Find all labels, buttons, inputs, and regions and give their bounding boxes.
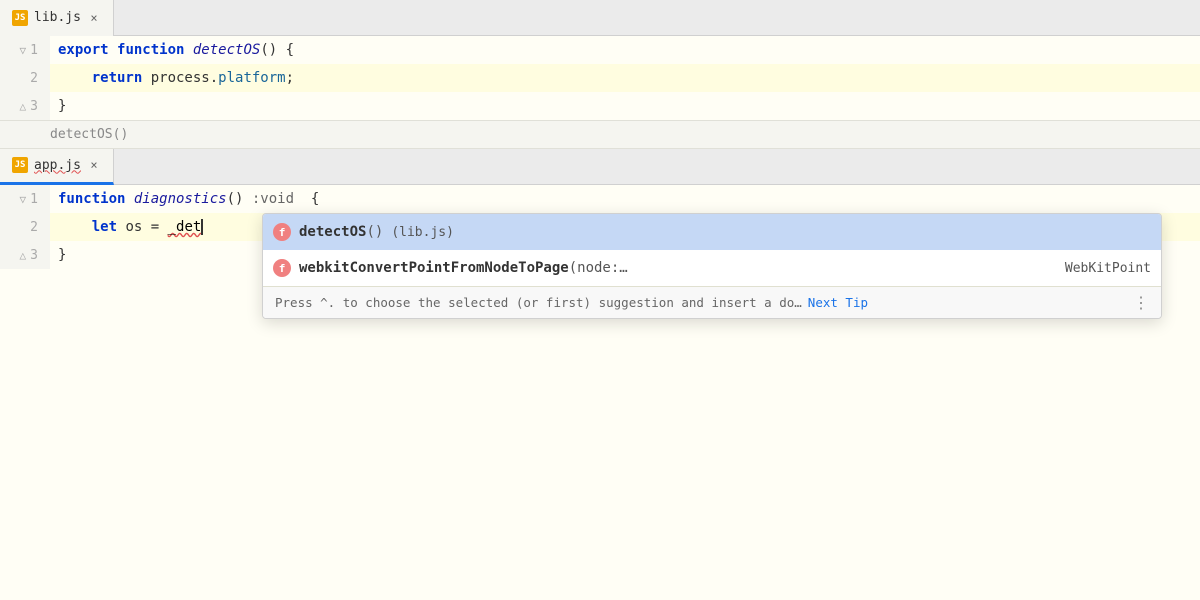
lib-line-2: 2 return process.platform; <box>0 64 1200 92</box>
next-tip-link[interactable]: Next Tip <box>808 295 868 310</box>
app-line-number-1: ▽ 1 <box>0 185 50 213</box>
app-js-close[interactable]: × <box>87 158 101 172</box>
fn-parens: () { <box>260 42 294 58</box>
lib-line-3: △ 3 } <box>0 92 1200 120</box>
type-void: :void <box>252 191 294 207</box>
ac-webkit-params: (node:… <box>569 260 628 276</box>
os-var: os = <box>125 219 167 235</box>
ac-webkit-bold: webkitConvertPointFromNodeToPage <box>299 260 569 276</box>
fold-marker-1[interactable]: ▽ <box>20 44 27 57</box>
ac-icon-f-1: f <box>273 223 291 241</box>
autocomplete-footer: Press ^. to choose the selected (or firs… <box>263 286 1161 318</box>
ac-icon-f-2: f <box>273 259 291 277</box>
fn-diagnostics: diagnostics <box>134 191 227 207</box>
keyword-return: return <box>58 70 151 86</box>
hint-bar: detectOS() <box>0 120 1200 148</box>
closing-brace-app: } <box>58 247 66 263</box>
fold-marker-3[interactable]: △ <box>20 100 27 113</box>
ac-name-ectOS: ectOS <box>324 224 366 240</box>
lib-line-1: ▽ 1 export function detectOS() { <box>0 36 1200 64</box>
lib-code-area: ▽ 1 export function detectOS() { 2 retur… <box>0 36 1200 120</box>
platform-prop: platform <box>218 70 285 86</box>
keyword-export: export <box>58 42 117 58</box>
keyword-function: function <box>117 42 193 58</box>
app-keyword-function: function <box>58 191 134 207</box>
footer-text: Press ^. to choose the selected (or firs… <box>275 295 802 310</box>
lib-js-close[interactable]: × <box>87 11 101 25</box>
closing-brace-1: } <box>58 98 66 114</box>
fold-marker-app-3[interactable]: △ <box>20 249 27 262</box>
ac-name-detect-os: detectOS() <box>299 224 383 240</box>
editor-container: JS lib.js × ▽ 1 export function detectOS… <box>0 0 1200 600</box>
tab-lib-js[interactable]: JS lib.js × <box>0 0 114 36</box>
lib-tab-bar: JS lib.js × <box>0 0 1200 36</box>
autocomplete-item-detect-os[interactable]: f detectOS() (lib.js) <box>263 214 1161 250</box>
lib-line-number-1: ▽ 1 <box>0 36 50 64</box>
app-parens: () <box>227 191 252 207</box>
app-code-area: ▽ 1 function diagnostics() :void { 2 let… <box>0 185 1200 269</box>
app-line-number-3: △ 3 <box>0 241 50 269</box>
process-obj: process. <box>151 70 218 86</box>
ac-type-webkit: WebKitPoint <box>1065 261 1151 276</box>
more-options-icon[interactable]: ⋮ <box>1133 293 1149 312</box>
tab-app-js[interactable]: JS app.js × <box>0 149 114 185</box>
ac-source-lib: (lib.js) <box>391 225 454 240</box>
lib-js-icon: JS <box>12 10 28 26</box>
text-cursor <box>201 219 203 235</box>
ac-parens-1: () <box>366 224 383 240</box>
lib-js-label: lib.js <box>34 10 81 25</box>
lib-line-number-2: 2 <box>0 64 50 92</box>
ac-name-webkit: webkitConvertPointFromNodeToPage(node:… <box>299 260 628 276</box>
app-tab-bar: JS app.js × <box>0 149 1200 185</box>
ac-name-bold-detect: det <box>299 224 324 240</box>
fn-detect-os: detectOS <box>193 42 260 58</box>
hint-text: detectOS() <box>50 127 128 142</box>
app-line-number-2: 2 <box>0 213 50 241</box>
lib-line-number-3: △ 3 <box>0 92 50 120</box>
app-line-1-content: function diagnostics() :void { <box>50 191 1200 207</box>
lib-line-1-content: export function detectOS() { <box>50 42 1200 58</box>
partial-input: _det <box>168 219 202 235</box>
app-js-icon: JS <box>12 157 28 173</box>
app-line-1: ▽ 1 function diagnostics() :void { <box>0 185 1200 213</box>
lib-editor-section: ▽ 1 export function detectOS() { 2 retur… <box>0 36 1200 149</box>
autocomplete-dropdown: f detectOS() (lib.js) f webkitConvertPoi… <box>262 213 1162 319</box>
app-open-brace: { <box>294 191 319 207</box>
lib-line-2-content: return process.platform; <box>50 70 1200 86</box>
autocomplete-item-webkit[interactable]: f webkitConvertPointFromNodeToPage(node:… <box>263 250 1161 286</box>
app-line-2-wrapper: 2 let os = _det f detectOS() (lib.js) <box>0 213 1200 241</box>
semicolon-1: ; <box>286 70 294 86</box>
fold-marker-app-1[interactable]: ▽ <box>20 193 27 206</box>
keyword-let: let <box>58 219 125 235</box>
app-js-label: app.js <box>34 158 81 173</box>
lib-line-3-content: } <box>50 98 1200 114</box>
app-editor-section: ▽ 1 function diagnostics() :void { 2 let… <box>0 185 1200 600</box>
